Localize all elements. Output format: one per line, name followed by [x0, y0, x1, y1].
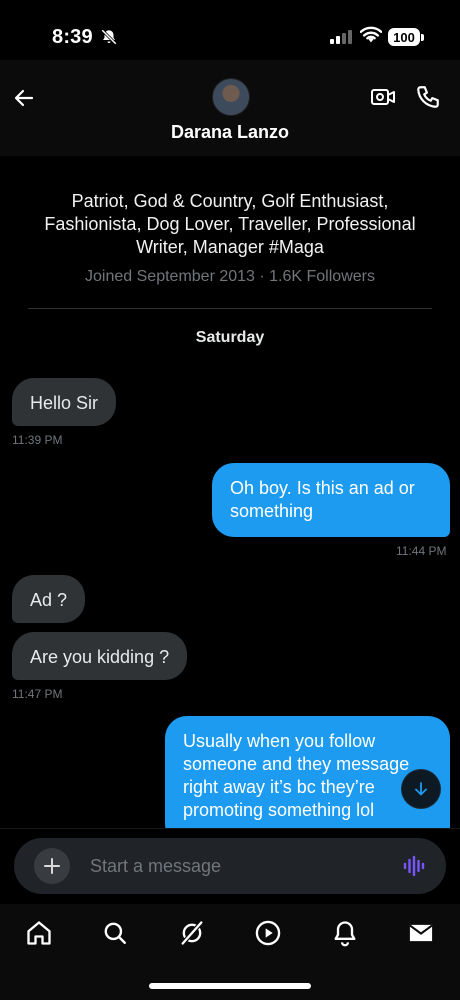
- search-icon[interactable]: [100, 918, 130, 948]
- message-timestamp: 11:47 PM: [12, 687, 63, 701]
- plus-icon: [44, 858, 60, 874]
- wifi-icon: [359, 26, 383, 49]
- home-icon[interactable]: [24, 918, 54, 948]
- cellular-signal-icon: [330, 30, 352, 44]
- bell-off-icon: [100, 28, 118, 51]
- message-placeholder[interactable]: Start a message: [90, 856, 221, 877]
- avatar[interactable]: [212, 78, 250, 116]
- day-separator: Saturday: [195, 329, 265, 346]
- scroll-to-bottom-button[interactable]: [402, 770, 440, 808]
- message-timestamp: 11:44 PM: [396, 544, 447, 558]
- message-input[interactable]: [14, 838, 446, 894]
- message-bubble-incoming[interactable]: Are you kidding ?: [12, 632, 188, 680]
- voice-message-icon[interactable]: [402, 854, 426, 883]
- phone-call-icon[interactable]: [415, 84, 441, 115]
- divider: [28, 308, 432, 309]
- grok-icon[interactable]: [177, 918, 207, 948]
- arrow-down-icon: [415, 782, 427, 796]
- battery-cap: [421, 34, 424, 41]
- video-call-icon[interactable]: [370, 86, 396, 113]
- bell-icon[interactable]: [330, 918, 360, 948]
- message-bubble-outgoing[interactable]: Oh boy. Is this an ad or something: [212, 463, 450, 537]
- battery-indicator: 100: [388, 28, 420, 46]
- message-bubble-incoming[interactable]: Ad ?: [12, 575, 86, 623]
- profile-bio: Patriot, God & Country, Golf Enthusiast,…: [44, 191, 416, 257]
- contact-name[interactable]: Darana Lanzo: [0, 122, 460, 143]
- status-time: 8:39: [52, 26, 93, 48]
- profile-joined-followers: Joined September 2013 · 1.6K Followers: [85, 268, 375, 285]
- home-indicator: [149, 983, 311, 989]
- mail-icon[interactable]: [406, 918, 436, 948]
- add-attachment-button[interactable]: [34, 848, 70, 884]
- message-timestamp: 11:39 PM: [12, 433, 63, 447]
- back-arrow-icon[interactable]: [12, 86, 36, 110]
- play-icon[interactable]: [253, 918, 283, 948]
- message-bubble-incoming[interactable]: Hello Sir: [12, 378, 117, 426]
